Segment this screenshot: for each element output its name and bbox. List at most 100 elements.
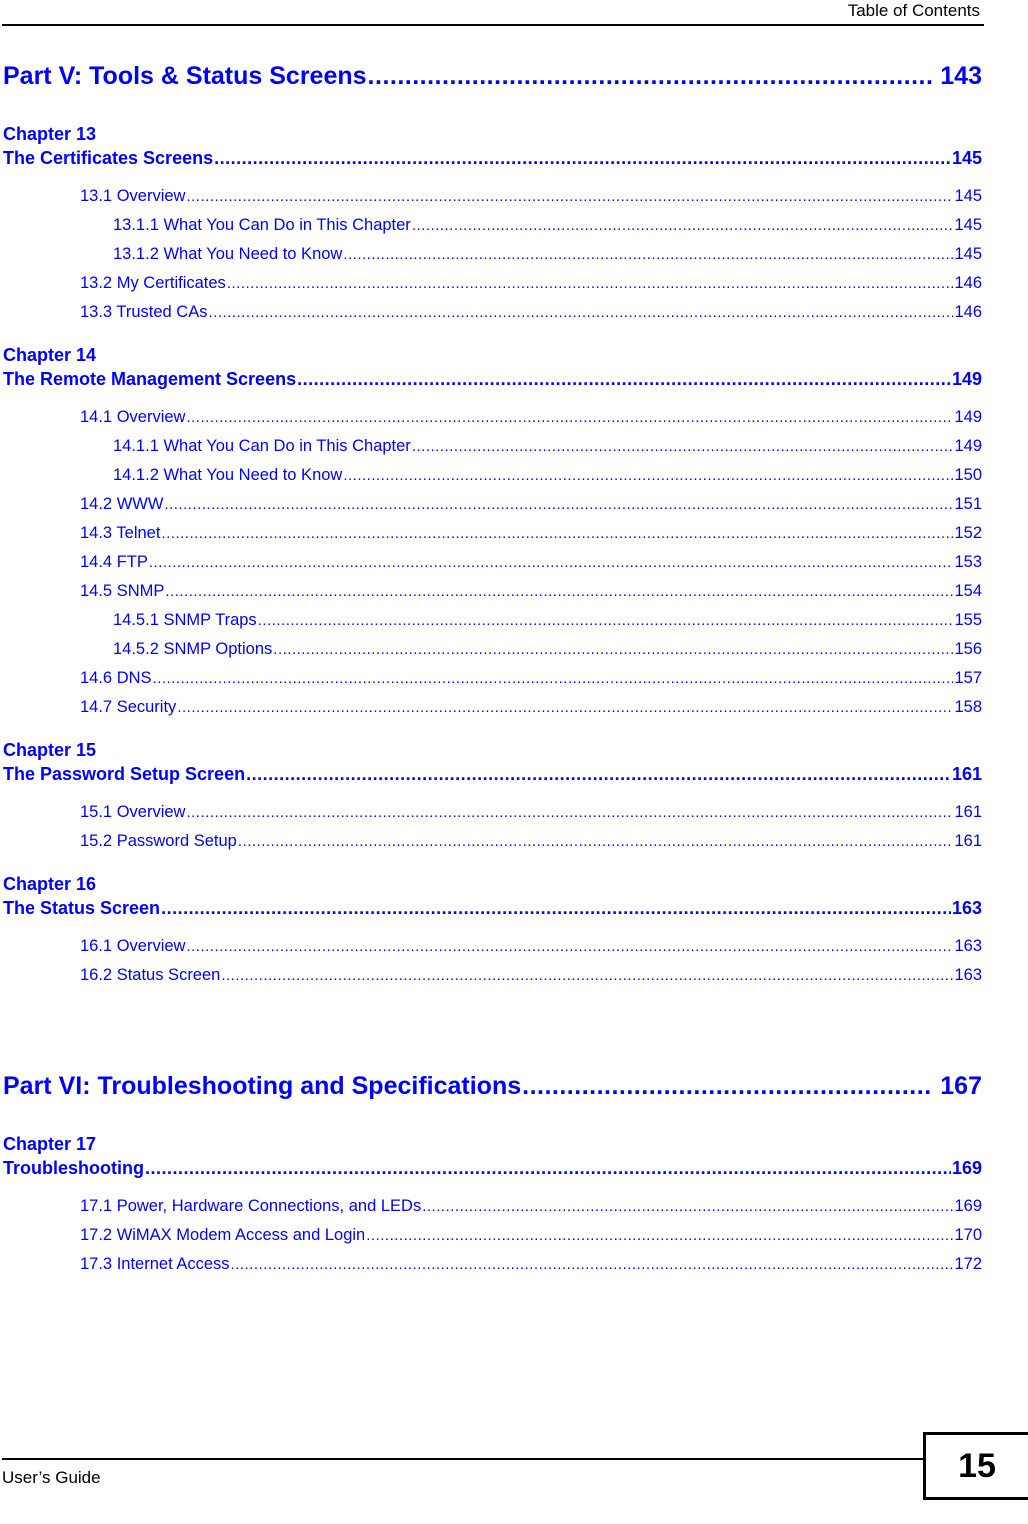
document-page: Table of Contents Part V: Tools & Status… (0, 0, 1028, 1524)
dot-leader: ........................................… (152, 670, 954, 687)
chapter-title: The Certificates Screens (3, 148, 214, 168)
section-page-number: 158 (954, 698, 982, 716)
dot-leader: ........................................… (148, 554, 954, 571)
chapter-entry[interactable]: Chapter 14 The Remote Management Screens.… (3, 343, 982, 722)
section-entry[interactable]: 17.3 Internet Access....................… (3, 1250, 982, 1279)
section-page-number: 161 (954, 803, 982, 821)
section-entry[interactable]: 17.2 WiMAX Modem Access and Login.......… (3, 1221, 982, 1250)
chapter-title-row[interactable]: The Certificates Screens................… (3, 146, 982, 170)
chapter-entry[interactable]: Chapter 15 The Password Setup Screen.....… (3, 738, 982, 856)
section-list: 17.1 Power, Hardware Connections, and LE… (3, 1192, 982, 1279)
section-list: 14.1 Overview...........................… (3, 403, 982, 722)
section-list: 15.1 Overview...........................… (3, 798, 982, 856)
section-title: 17.2 WiMAX Modem Access and Login (80, 1226, 366, 1244)
section-title: 14.1.1 What You Can Do in This Chapter (113, 437, 411, 455)
dot-leader: ........................................… (186, 804, 954, 821)
page-number: 15 (958, 1447, 996, 1485)
section-entry[interactable]: 14.3 Telnet.............................… (3, 519, 982, 548)
dot-leader: ........................................… (186, 409, 954, 426)
dot-leader: ........................................… (257, 612, 954, 629)
section-entry[interactable]: 13.3 Trusted CAs........................… (3, 298, 982, 327)
section-entry[interactable]: 17.1 Power, Hardware Connections, and LE… (3, 1192, 982, 1221)
chapter-number: Chapter 16 (3, 874, 97, 894)
section-page-number: 163 (954, 966, 982, 984)
part-row[interactable]: Part VI: Troubleshooting and Specificati… (3, 1070, 982, 1102)
header-divider (2, 24, 984, 26)
dot-leader: ........................................… (214, 148, 951, 168)
dot-leader: ........................................… (367, 62, 934, 90)
section-entry[interactable]: 13.1.2 What You Need to Know............… (3, 240, 982, 269)
section-entry[interactable]: 15.2 Password Setup.....................… (3, 827, 982, 856)
chapter-title-row[interactable]: The Password Setup Screen...............… (3, 762, 982, 786)
part-entry[interactable]: Part V: Tools & Status Screens..........… (3, 60, 982, 92)
chapter-entry[interactable]: Chapter 16 The Status Screen.............… (3, 872, 982, 990)
section-page-number: 161 (954, 832, 982, 850)
section-title: 14.1.2 What You Need to Know (113, 466, 343, 484)
section-page-number: 145 (954, 245, 982, 263)
section-page-number: 151 (954, 495, 982, 513)
section-title: 15.2 Password Setup (80, 832, 237, 850)
dot-leader: ........................................… (177, 699, 954, 716)
dot-leader: ........................................… (297, 369, 951, 389)
page-header: Table of Contents (0, 0, 984, 26)
section-entry[interactable]: 14.6 DNS................................… (3, 664, 982, 693)
section-title: 14.4 FTP (80, 553, 148, 571)
footer-divider (2, 1458, 923, 1460)
section-list: 16.1 Overview...........................… (3, 932, 982, 990)
dot-leader: ........................................… (522, 1072, 933, 1100)
section-entry[interactable]: 16.2 Status Screen......................… (3, 961, 982, 990)
section-title: 14.6 DNS (80, 669, 152, 687)
section-entry[interactable]: 14.1.1 What You Can Do in This Chapter..… (3, 432, 982, 461)
section-entry[interactable]: 15.1 Overview...........................… (3, 798, 982, 827)
section-entry[interactable]: 14.1.2 What You Need to Know............… (3, 461, 982, 490)
section-title: 14.2 WWW (80, 495, 164, 513)
section-entry[interactable]: 13.1 Overview...........................… (3, 182, 982, 211)
section-page-number: 146 (954, 303, 982, 321)
dot-leader: ........................................… (226, 275, 954, 292)
chapter-page-number: 163 (951, 898, 982, 918)
section-page-number: 149 (954, 437, 982, 455)
part-entry[interactable]: Part VI: Troubleshooting and Specificati… (3, 1070, 982, 1102)
section-entry[interactable]: 14.4 FTP................................… (3, 548, 982, 577)
section-entry[interactable]: 14.5.1 SNMP Traps.......................… (3, 606, 982, 635)
dot-leader: ........................................… (422, 1198, 953, 1215)
section-title: 13.2 My Certificates (80, 274, 226, 292)
chapter-title: The Password Setup Screen (3, 764, 246, 784)
section-title: 16.1 Overview (80, 937, 186, 955)
section-title: 13.1 Overview (80, 187, 186, 205)
section-page-number: 163 (954, 937, 982, 955)
chapter-title-row[interactable]: The Remote Management Screens...........… (3, 367, 982, 391)
section-entry[interactable]: 13.1.1 What You Can Do in This Chapter..… (3, 211, 982, 240)
dot-leader: ........................................… (411, 438, 954, 455)
chapter-entry[interactable]: Chapter 13 The Certificates Screens......… (3, 122, 982, 327)
section-entry[interactable]: 14.5 SNMP...............................… (3, 577, 982, 606)
chapter-title: Troubleshooting (3, 1158, 144, 1178)
section-page-number: 145 (954, 216, 982, 234)
section-entry[interactable]: 14.1 Overview...........................… (3, 403, 982, 432)
chapter-title-row[interactable]: The Status Screen.......................… (3, 896, 982, 920)
section-entry[interactable]: 16.1 Overview...........................… (3, 932, 982, 961)
chapter-number: Chapter 13 (3, 124, 97, 144)
part-title: Part VI: Troubleshooting and Specificati… (3, 1072, 522, 1100)
section-entry[interactable]: 14.2 WWW................................… (3, 490, 982, 519)
section-entry[interactable]: 14.5.2 SNMP Options.....................… (3, 635, 982, 664)
chapter-title-row[interactable]: Troubleshooting.........................… (3, 1156, 982, 1180)
dot-leader: ........................................… (186, 938, 954, 955)
dot-leader: ........................................… (273, 641, 953, 658)
part-row[interactable]: Part V: Tools & Status Screens..........… (3, 60, 982, 92)
chapter-page-number: 145 (951, 148, 982, 168)
dot-leader: ........................................… (230, 1256, 954, 1273)
page-number-box: 15 (923, 1432, 1028, 1500)
chapter-entry[interactable]: Chapter 17 Troubleshooting...............… (3, 1132, 982, 1279)
section-page-number: 169 (954, 1197, 982, 1215)
dot-leader: ........................................… (221, 967, 953, 984)
section-entry[interactable]: 13.2 My Certificates....................… (3, 269, 982, 298)
chapter-page-number: 169 (951, 1158, 982, 1178)
section-page-number: 153 (954, 553, 982, 571)
section-page-number: 155 (954, 611, 982, 629)
section-title: 17.1 Power, Hardware Connections, and LE… (80, 1197, 422, 1215)
chapter-page-number: 161 (951, 764, 982, 784)
section-entry[interactable]: 14.7 Security...........................… (3, 693, 982, 722)
table-of-contents: Part V: Tools & Status Screens..........… (0, 60, 982, 1295)
